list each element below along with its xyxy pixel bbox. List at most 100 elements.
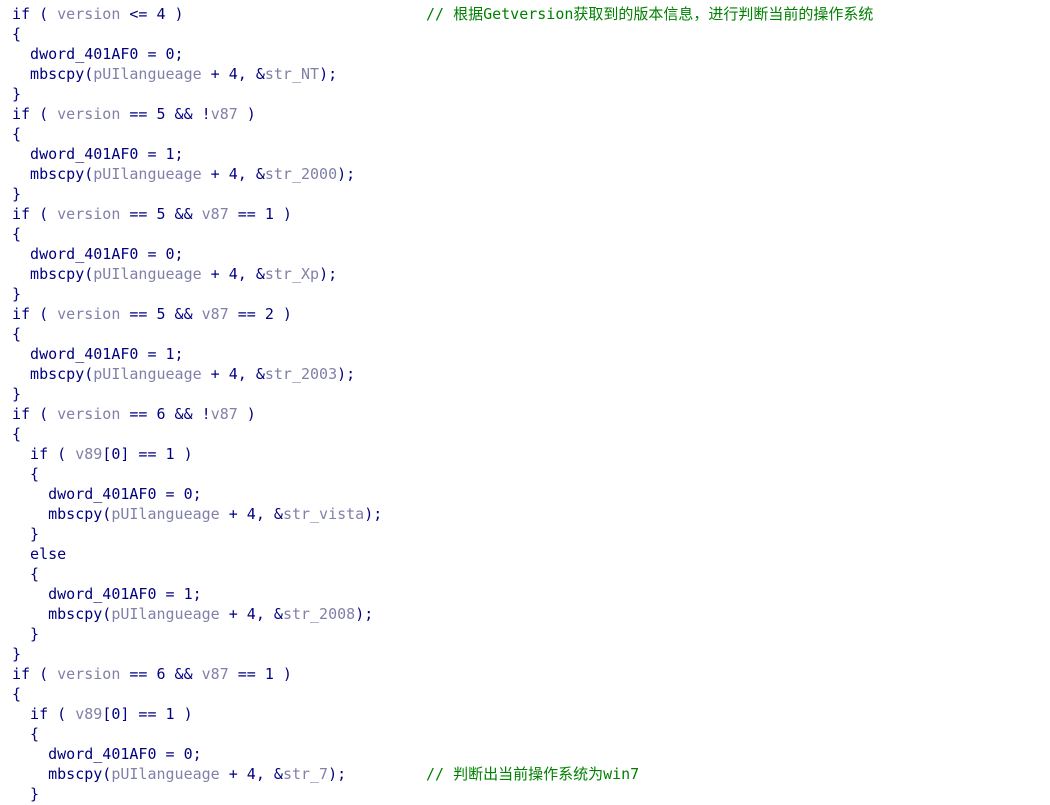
code-line[interactable]: { [12,684,1042,704]
code-line[interactable]: mbscpy(pUIlangueage + 4, &str_2000); [12,164,1042,184]
code-line[interactable]: } [12,84,1042,104]
code-identifier[interactable]: str_2003 [265,365,337,383]
code-keyword: else [12,545,67,563]
code-identifier[interactable]: str_7 [283,765,328,783]
code-identifier[interactable]: version [57,105,120,123]
code-line[interactable]: if ( version == 5 && v87 == 1 ) [12,204,1042,224]
code-line[interactable]: { [12,724,1042,744]
code-line[interactable]: mbscpy(pUIlangueage + 4, &str_NT); [12,64,1042,84]
code-identifier[interactable]: version [57,665,120,683]
code-line[interactable]: { [12,564,1042,584]
code-line[interactable]: if ( version == 5 && v87 == 2 ) [12,304,1042,324]
code-identifier[interactable]: str_Xp [265,265,319,283]
code-identifier[interactable]: v87 [211,405,238,423]
code-text: + 4, & [219,765,283,783]
code-text: mbscpy( [12,265,94,283]
code-text: == 5 && [120,205,202,223]
code-line[interactable]: { [12,424,1042,444]
code-keyword: if ( [12,705,76,723]
code-text: == 1 ) [228,665,292,683]
code-text: == 6 && ! [120,405,211,423]
code-identifier[interactable]: str_2000 [265,165,337,183]
code-line[interactable]: dword_401AF0 = 0; [12,44,1042,64]
code-identifier[interactable]: v87 [202,205,229,223]
code-identifier[interactable]: pUIlangueage [111,505,219,523]
code-text: + 4, & [201,65,265,83]
pseudocode-view[interactable]: if ( version <= 4 ) // 根据Getversion获取到的版本… [12,4,1042,804]
code-line[interactable]: } [12,624,1042,644]
code-line[interactable]: { [12,324,1042,344]
code-text: { [12,425,22,443]
code-line[interactable]: { [12,24,1042,44]
code-identifier[interactable]: pUIlangueage [111,605,219,623]
code-identifier[interactable]: pUIlangueage [93,165,201,183]
code-line[interactable]: dword_401AF0 = 1; [12,144,1042,164]
code-identifier[interactable]: str_NT [265,65,319,83]
code-identifier[interactable]: pUIlangueage [111,765,219,783]
code-identifier[interactable]: v87 [202,665,229,683]
code-line[interactable]: mbscpy(pUIlangueage + 4, &str_Xp); [12,264,1042,284]
code-line[interactable]: } [12,524,1042,544]
code-identifier[interactable]: v89 [75,445,102,463]
code-line[interactable]: } [12,644,1042,664]
code-text: + 4, & [201,265,265,283]
code-line[interactable]: mbscpy(pUIlangueage + 4, &str_7); // 判断出当… [12,764,1042,784]
code-identifier[interactable]: str_vista [283,505,364,523]
code-text: ); [319,65,338,83]
code-identifier[interactable]: str_2008 [283,605,355,623]
code-text: == 2 ) [228,305,292,323]
code-text: { [12,325,22,343]
code-text: { [12,685,22,703]
code-line[interactable]: { [12,224,1042,244]
code-line[interactable]: mbscpy(pUIlangueage + 4, &str_2003); [12,364,1042,384]
code-line[interactable]: { [12,124,1042,144]
code-identifier[interactable]: version [57,405,120,423]
code-line[interactable]: } [12,384,1042,404]
code-line[interactable]: { [12,464,1042,484]
code-text: } [12,625,40,643]
code-line[interactable]: if ( version <= 4 ) // 根据Getversion获取到的版本… [12,4,1042,24]
code-identifier[interactable]: v89 [75,705,102,723]
code-line[interactable]: if ( v89[0] == 1 ) [12,704,1042,724]
code-line[interactable]: else [12,544,1042,564]
code-keyword: if ( [12,5,58,23]
code-text: dword_401AF0 = 0; [12,745,202,763]
code-line[interactable]: mbscpy(pUIlangueage + 4, &str_2008); [12,604,1042,624]
code-line[interactable]: dword_401AF0 = 0; [12,244,1042,264]
code-line[interactable]: if ( v89[0] == 1 ) [12,444,1042,464]
code-identifier[interactable]: pUIlangueage [93,65,201,83]
code-text: + 4, & [219,605,283,623]
code-text: dword_401AF0 = 1; [12,585,202,603]
code-text: ) [237,405,256,423]
code-line[interactable]: dword_401AF0 = 0; [12,744,1042,764]
code-line[interactable]: if ( version == 5 && !v87 ) [12,104,1042,124]
code-text: dword_401AF0 = 0; [12,485,202,503]
code-line[interactable]: dword_401AF0 = 1; [12,344,1042,364]
code-text: mbscpy( [12,505,112,523]
code-text: ); [364,505,383,523]
code-text: dword_401AF0 = 0; [12,245,184,263]
code-line[interactable]: } [12,184,1042,204]
code-text: } [12,185,22,203]
code-text: } [12,645,22,663]
code-identifier[interactable]: version [57,205,120,223]
code-identifier[interactable]: version [57,5,120,23]
code-line[interactable]: } [12,284,1042,304]
code-line[interactable]: mbscpy(pUIlangueage + 4, &str_vista); [12,504,1042,524]
code-identifier[interactable]: pUIlangueage [93,265,201,283]
code-line[interactable]: dword_401AF0 = 1; [12,584,1042,604]
code-text: ); [319,265,338,283]
code-identifier[interactable]: v87 [211,105,238,123]
code-text: [0] == 1 ) [102,445,193,463]
code-text: { [12,225,22,243]
code-text: + 4, & [201,365,265,383]
code-line[interactable]: dword_401AF0 = 0; [12,484,1042,504]
code-line[interactable]: if ( version == 6 && !v87 ) [12,404,1042,424]
code-identifier[interactable]: v87 [202,305,229,323]
code-line[interactable]: } [12,784,1042,804]
code-identifier[interactable]: version [57,305,120,323]
code-identifier[interactable]: pUIlangueage [93,365,201,383]
code-text: == 5 && ! [120,105,211,123]
code-text: } [12,85,22,103]
code-line[interactable]: if ( version == 6 && v87 == 1 ) [12,664,1042,684]
